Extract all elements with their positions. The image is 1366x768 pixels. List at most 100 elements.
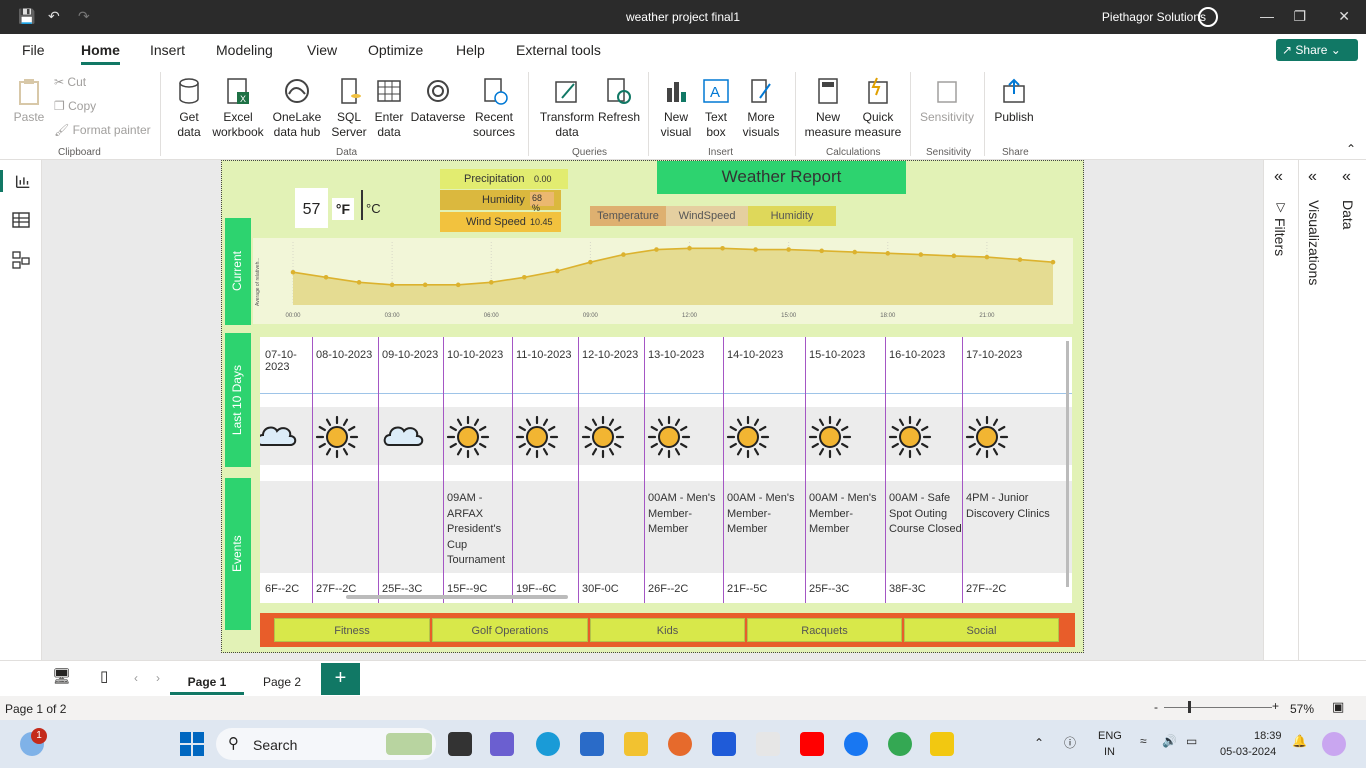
refresh-button[interactable]: Refresh bbox=[598, 76, 640, 125]
data-point[interactable] bbox=[522, 274, 527, 280]
cut-button[interactable]: ✂ Cut bbox=[54, 75, 86, 90]
next-page-icon[interactable]: › bbox=[156, 671, 160, 685]
data-point[interactable] bbox=[323, 274, 329, 280]
teams-icon[interactable] bbox=[490, 732, 514, 756]
menu-view[interactable]: View bbox=[307, 42, 337, 58]
mobile-layout-icon[interactable]: ▯ bbox=[100, 667, 108, 685]
data-point[interactable] bbox=[654, 247, 659, 252]
tab-events[interactable]: Events bbox=[225, 478, 251, 630]
category-fitness[interactable]: Fitness bbox=[274, 618, 430, 642]
excel-workbook-button[interactable]: X Excel workbook bbox=[210, 76, 266, 140]
task-view-icon[interactable] bbox=[448, 732, 472, 756]
vertical-scrollbar[interactable] bbox=[1066, 341, 1069, 587]
data-point[interactable] bbox=[389, 282, 395, 288]
prev-page-icon[interactable]: ‹ bbox=[134, 671, 138, 685]
store-icon[interactable] bbox=[580, 732, 604, 756]
data-pane-label[interactable]: Data bbox=[1340, 200, 1356, 230]
copy-button[interactable]: ❐ Copy bbox=[54, 99, 96, 114]
format-painter-button[interactable]: 🖌 Format painter bbox=[54, 123, 151, 138]
publish-button[interactable]: Publish bbox=[992, 76, 1036, 125]
network-status-icon[interactable]: ⓘ bbox=[1064, 734, 1076, 751]
clock-date[interactable]: 05-03-2024 bbox=[1220, 746, 1276, 758]
data-point[interactable] bbox=[753, 247, 758, 252]
fahrenheit-toggle[interactable]: °F bbox=[332, 198, 354, 220]
new-visual-button[interactable]: New visual bbox=[656, 76, 696, 140]
category-social[interactable]: Social bbox=[904, 618, 1059, 642]
chevron-up-icon[interactable]: ⌃ bbox=[1034, 736, 1044, 750]
paste-button[interactable]: Paste bbox=[12, 76, 46, 125]
celsius-toggle[interactable]: °C bbox=[366, 201, 381, 216]
data-point[interactable] bbox=[1017, 257, 1023, 262]
data-point[interactable] bbox=[290, 269, 296, 275]
firefox-icon[interactable] bbox=[668, 732, 692, 756]
menu-file[interactable]: File bbox=[22, 42, 45, 58]
data-point[interactable] bbox=[488, 280, 494, 285]
get-data-button[interactable]: Get data bbox=[170, 76, 208, 140]
onelake-button[interactable]: OneLake data hub bbox=[268, 76, 326, 140]
search-box[interactable]: ⚲ Search bbox=[216, 728, 436, 760]
zoom-slider[interactable] bbox=[1164, 707, 1272, 708]
sql-server-button[interactable]: SQL Server bbox=[330, 76, 368, 140]
clock-time[interactable]: 18:39 bbox=[1254, 730, 1282, 742]
legend-humidity[interactable]: Humidity bbox=[748, 206, 836, 226]
menu-optimize[interactable]: Optimize bbox=[368, 42, 423, 58]
data-point[interactable] bbox=[786, 247, 791, 252]
file-explorer-icon[interactable] bbox=[624, 732, 648, 756]
filters-pane-label[interactable]: Filters bbox=[1272, 218, 1288, 256]
data-point[interactable] bbox=[720, 246, 725, 251]
zoom-out-icon[interactable]: - bbox=[1154, 700, 1158, 714]
wifi-icon[interactable]: ≈ bbox=[1140, 734, 1147, 748]
data-point[interactable] bbox=[588, 259, 593, 265]
dataverse-button[interactable]: Dataverse bbox=[410, 76, 466, 125]
table-view-button[interactable] bbox=[11, 210, 31, 230]
language-region[interactable]: IN bbox=[1104, 746, 1115, 758]
collapse-data-icon[interactable]: « bbox=[1342, 168, 1351, 186]
bell-icon[interactable]: 🔔 bbox=[1292, 734, 1307, 748]
category-golf-operations[interactable]: Golf Operations bbox=[432, 618, 588, 642]
new-measure-button[interactable]: New measure bbox=[804, 76, 852, 140]
youtube-icon[interactable] bbox=[800, 732, 824, 756]
menu-home[interactable]: Home bbox=[81, 42, 120, 65]
model-view-button[interactable] bbox=[11, 250, 31, 270]
category-kids[interactable]: Kids bbox=[590, 618, 745, 642]
legend-temperature[interactable]: Temperature bbox=[590, 206, 666, 226]
facebook-icon[interactable] bbox=[844, 732, 868, 756]
data-point[interactable] bbox=[455, 282, 461, 288]
add-page-button[interactable]: + bbox=[321, 663, 360, 695]
category-racquets[interactable]: Racquets bbox=[747, 618, 902, 642]
fit-page-icon[interactable]: ▣ bbox=[1332, 699, 1344, 715]
minimize-icon[interactable]: — bbox=[1260, 8, 1274, 24]
desktop-layout-icon[interactable]: 🖥 bbox=[52, 667, 71, 685]
more-visuals-button[interactable]: More visuals bbox=[736, 76, 786, 140]
menu-help[interactable]: Help bbox=[456, 42, 485, 58]
tab-last-10-days[interactable]: Last 10 Days bbox=[225, 333, 251, 467]
data-point[interactable] bbox=[621, 252, 626, 257]
collapse-ribbon-icon[interactable]: ⌃ bbox=[1346, 142, 1356, 156]
maximize-icon[interactable]: ❐ bbox=[1293, 8, 1306, 25]
zoom-slider-thumb[interactable] bbox=[1188, 701, 1191, 713]
menu-modeling[interactable]: Modeling bbox=[216, 42, 273, 58]
windows-start-icon[interactable] bbox=[180, 732, 204, 756]
dropbox-icon[interactable] bbox=[712, 732, 736, 756]
text-box-button[interactable]: A Text box bbox=[698, 76, 734, 140]
data-point[interactable] bbox=[356, 280, 362, 285]
volume-icon[interactable]: 🔊 bbox=[1162, 734, 1177, 748]
data-point[interactable] bbox=[687, 246, 692, 251]
menu-external-tools[interactable]: External tools bbox=[516, 42, 601, 58]
chrome-icon[interactable] bbox=[888, 732, 912, 756]
language-code[interactable]: ENG bbox=[1098, 730, 1122, 742]
report-view-button[interactable] bbox=[0, 170, 42, 192]
sensitivity-button[interactable]: Sensitivity bbox=[918, 76, 976, 125]
menu-insert[interactable]: Insert bbox=[150, 42, 185, 58]
zoom-in-icon[interactable]: + bbox=[1272, 699, 1279, 713]
data-point[interactable] bbox=[951, 253, 957, 259]
horizontal-scrollbar[interactable] bbox=[346, 595, 568, 599]
collapse-filters-icon[interactable]: « bbox=[1274, 168, 1283, 186]
quick-measure-button[interactable]: Quick measure bbox=[854, 76, 902, 140]
copilot-icon[interactable] bbox=[1322, 732, 1346, 756]
legend-windspeed[interactable]: WindSpeed bbox=[666, 206, 748, 226]
data-point[interactable] bbox=[984, 254, 990, 260]
data-point[interactable] bbox=[852, 249, 858, 255]
amazon-icon[interactable] bbox=[756, 732, 780, 756]
collapse-visualizations-icon[interactable]: « bbox=[1308, 168, 1317, 186]
